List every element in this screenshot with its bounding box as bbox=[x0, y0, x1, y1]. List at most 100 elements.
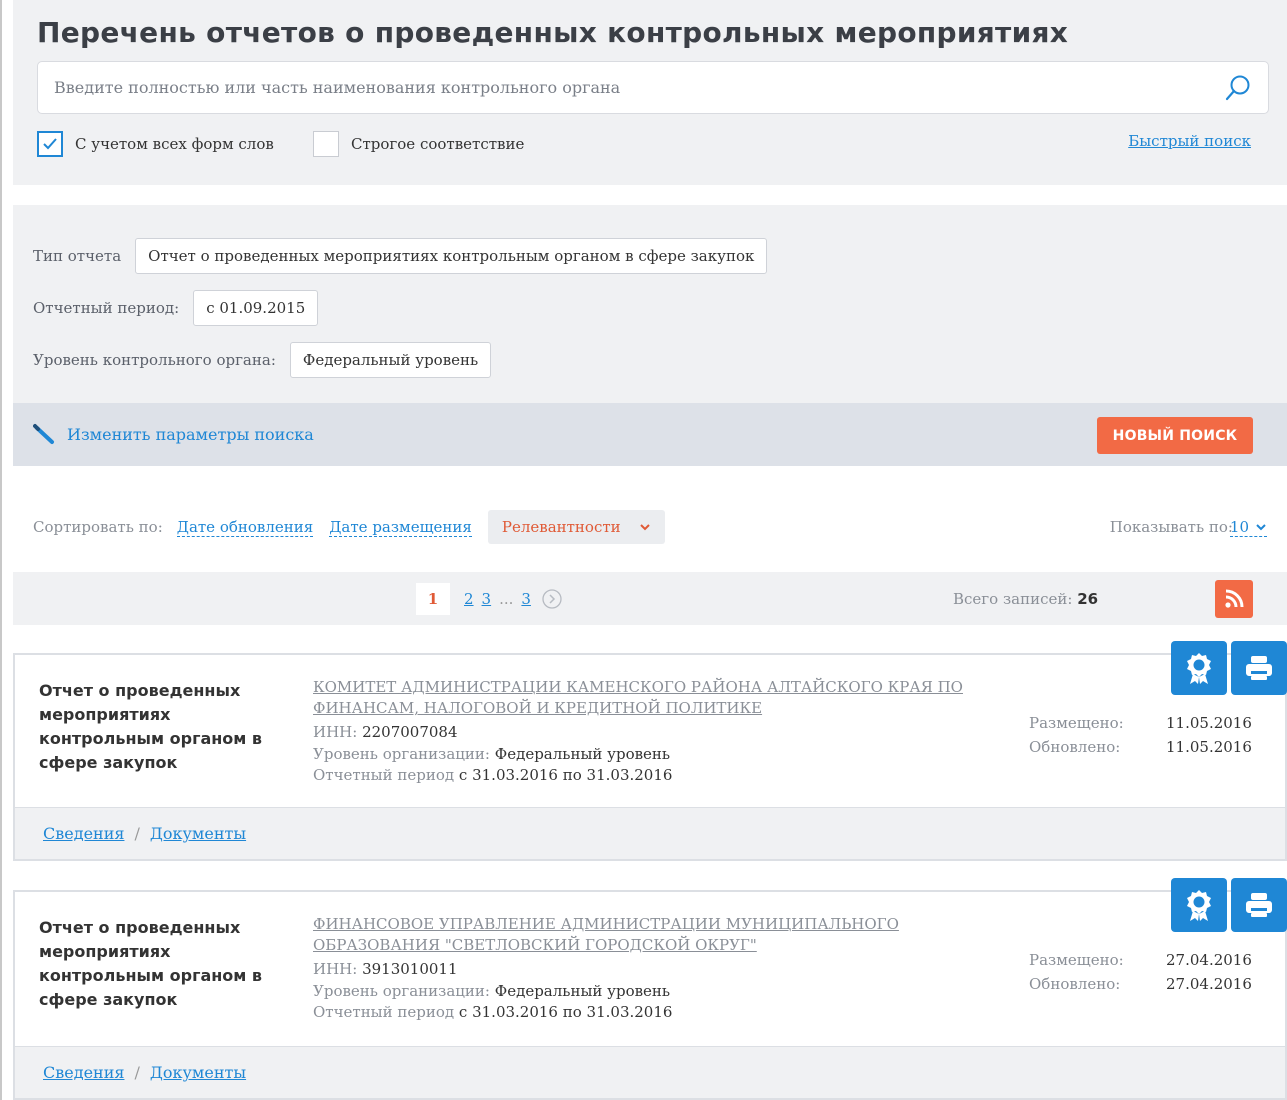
param-period: Отчетный период: с 01.09.2015 bbox=[33, 290, 319, 326]
param-chip: Федеральный уровень bbox=[289, 342, 492, 378]
param-label: Отчетный период: bbox=[33, 299, 180, 317]
record-period: Отчетный период с 31.03.2016 по 31.03.20… bbox=[313, 1003, 672, 1021]
record-date-labels: Размещено: Обновлено: bbox=[1029, 948, 1124, 996]
documents-link[interactable]: Документы bbox=[150, 1063, 246, 1082]
page-size-select[interactable]: 10 bbox=[1229, 517, 1267, 537]
param-label: Уровень контрольного органа: bbox=[33, 351, 276, 369]
record-card: Отчет о проведенных мероприятиях контрол… bbox=[13, 878, 1287, 1100]
page-size-value: 10 bbox=[1229, 517, 1249, 536]
page-size-label: Показывать по: bbox=[1109, 518, 1233, 536]
edit-params-link[interactable]: Изменить параметры поиска bbox=[33, 423, 314, 445]
award-button[interactable] bbox=[1171, 641, 1227, 695]
chevron-down-icon bbox=[1256, 523, 1266, 530]
chevron-down-icon bbox=[639, 524, 650, 531]
page-current: 1 bbox=[416, 583, 450, 615]
record-type: Отчет о проведенных мероприятиях контрол… bbox=[39, 681, 263, 772]
info-link[interactable]: Сведения bbox=[43, 824, 124, 843]
period-label: Отчетный период bbox=[313, 766, 455, 784]
page-link-last[interactable]: 3 bbox=[521, 590, 531, 608]
published-date: 11.05.2016 bbox=[1166, 714, 1252, 732]
param-report-type: Тип отчета Отчет о проведенных мероприят… bbox=[33, 238, 768, 274]
page-ellipsis: ... bbox=[499, 590, 514, 608]
award-icon bbox=[1187, 890, 1211, 921]
updated-date: 11.05.2016 bbox=[1166, 738, 1252, 756]
sort-by-update[interactable]: Дате обновления bbox=[176, 518, 314, 537]
pencil-icon bbox=[33, 424, 54, 444]
updated-date: 27.04.2016 bbox=[1166, 975, 1252, 993]
documents-link[interactable]: Документы bbox=[150, 824, 246, 843]
updated-label: Обновлено: bbox=[1029, 975, 1121, 993]
next-page-icon[interactable] bbox=[541, 588, 563, 610]
award-icon bbox=[1187, 653, 1211, 684]
record-period: Отчетный период с 31.03.2016 по 31.03.20… bbox=[313, 766, 672, 784]
quick-search-link[interactable]: Быстрый поиск bbox=[1128, 132, 1251, 150]
sort-label: Сортировать по: bbox=[33, 518, 163, 536]
inn-label: ИНН: bbox=[313, 960, 358, 978]
total-label: Всего записей: bbox=[953, 590, 1073, 608]
morph-checkbox-row[interactable]: С учетом всех форм слов bbox=[37, 130, 274, 158]
award-button[interactable] bbox=[1171, 878, 1227, 932]
inn-label: ИНН: bbox=[313, 723, 358, 741]
printer-icon bbox=[1246, 656, 1272, 680]
search-icon[interactable] bbox=[1224, 74, 1252, 102]
sort-bar: Сортировать по: Дате обновления Дате раз… bbox=[33, 509, 1273, 545]
level-label: Уровень организации: bbox=[313, 982, 490, 1000]
link-separator: / bbox=[134, 1063, 140, 1082]
period-value: с 31.03.2016 по 31.03.2016 bbox=[458, 1003, 673, 1021]
param-chip: с 01.09.2015 bbox=[193, 290, 319, 326]
new-search-button[interactable]: НОВЫЙ ПОИСК bbox=[1097, 417, 1253, 454]
published-label: Размещено: bbox=[1029, 714, 1124, 732]
record-level: Уровень организации: Федеральный уровень bbox=[313, 745, 670, 763]
record-footer: Сведения / Документы bbox=[15, 807, 1285, 859]
param-chip: Отчет о проведенных мероприятиях контрол… bbox=[135, 238, 768, 274]
updated-label: Обновлено: bbox=[1029, 738, 1121, 756]
search-field-wrapper bbox=[37, 61, 1269, 114]
search-input[interactable] bbox=[38, 62, 1208, 113]
period-value: с 31.03.2016 по 31.03.2016 bbox=[458, 766, 673, 784]
record-type: Отчет о проведенных мероприятиях контрол… bbox=[39, 918, 263, 1009]
record-date-labels: Размещено: Обновлено: bbox=[1029, 711, 1124, 759]
checkmark-icon bbox=[43, 138, 57, 150]
level-label: Уровень организации: bbox=[313, 745, 490, 763]
rss-icon bbox=[1225, 589, 1244, 608]
link-separator: / bbox=[134, 824, 140, 843]
level-value: Федеральный уровень bbox=[494, 745, 671, 763]
pagination-bar: 1 2 3 ... 3 Всего записей: 26 bbox=[13, 572, 1287, 625]
search-params-panel: Тип отчета Отчет о проведенных мероприят… bbox=[13, 205, 1287, 403]
record-inn: ИНН: 2207007084 bbox=[313, 723, 458, 741]
record-date-values: 27.04.2016 27.04.2016 bbox=[1166, 948, 1252, 996]
record-date-values: 11.05.2016 11.05.2016 bbox=[1166, 711, 1252, 759]
sort-by-relevance[interactable]: Релевантности bbox=[487, 510, 665, 544]
print-button[interactable] bbox=[1231, 878, 1287, 932]
record-level: Уровень организации: Федеральный уровень bbox=[313, 982, 670, 1000]
morph-checkbox[interactable] bbox=[37, 131, 63, 157]
strict-checkbox-row[interactable]: Строгое соответствие bbox=[313, 130, 524, 158]
param-level: Уровень контрольного органа: Федеральный… bbox=[33, 342, 492, 378]
record-org-link[interactable]: КОМИТЕТ АДМИНИСТРАЦИИ КАМЕНСКОГО РАЙОНА … bbox=[313, 677, 993, 719]
print-button[interactable] bbox=[1231, 641, 1287, 695]
total-count: 26 bbox=[1077, 590, 1099, 608]
inn-value: 2207007084 bbox=[362, 723, 458, 741]
rss-button[interactable] bbox=[1215, 580, 1253, 618]
strict-checkbox[interactable] bbox=[313, 131, 339, 157]
inn-value: 3913010011 bbox=[362, 960, 458, 978]
period-label: Отчетный период bbox=[313, 1003, 455, 1021]
level-value: Федеральный уровень bbox=[494, 982, 671, 1000]
param-label: Тип отчета bbox=[33, 247, 122, 265]
record-links: Сведения / Документы bbox=[43, 1063, 246, 1082]
edit-params-label: Изменить параметры поиска bbox=[67, 424, 314, 444]
morph-checkbox-label: С учетом всех форм слов bbox=[75, 135, 274, 153]
published-date: 27.04.2016 bbox=[1166, 951, 1252, 969]
info-link[interactable]: Сведения bbox=[43, 1063, 124, 1082]
sort-by-publish[interactable]: Дате размещения bbox=[329, 518, 472, 537]
strict-checkbox-label: Строгое соответствие bbox=[351, 135, 525, 153]
page-title: Перечень отчетов о проведенных контрольн… bbox=[37, 16, 1069, 49]
page-link[interactable]: 2 bbox=[464, 590, 474, 608]
record-org-link[interactable]: ФИНАНСОВОЕ УПРАВЛЕНИЕ АДМИНИСТРАЦИИ МУНИ… bbox=[313, 914, 993, 956]
printer-icon bbox=[1246, 893, 1272, 917]
search-panel: Перечень отчетов о проведенных контрольн… bbox=[13, 0, 1287, 185]
page-link[interactable]: 3 bbox=[482, 590, 492, 608]
edit-params-bar: Изменить параметры поиска НОВЫЙ ПОИСК bbox=[13, 403, 1287, 466]
sort-relevance-label: Релевантности bbox=[501, 518, 621, 536]
total-records: Всего записей: 26 bbox=[953, 590, 1098, 608]
